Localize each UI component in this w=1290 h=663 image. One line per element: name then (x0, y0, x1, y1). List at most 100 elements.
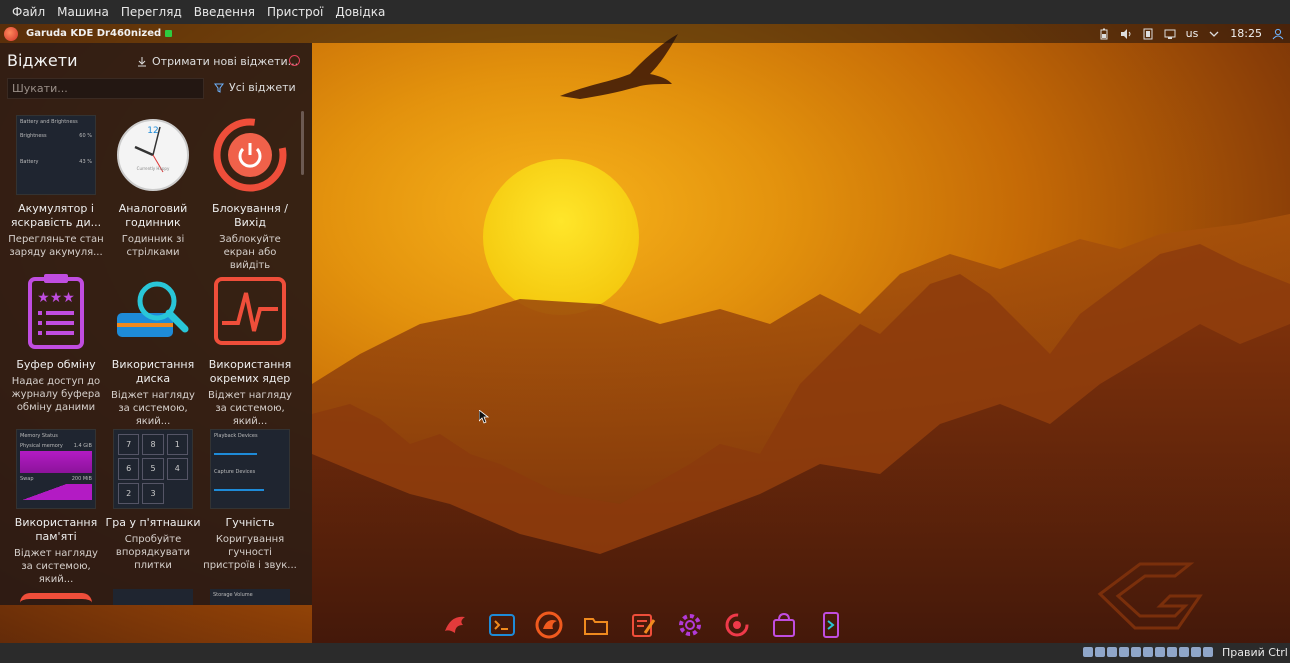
chevron-down-icon[interactable] (1208, 28, 1220, 40)
get-new-widgets-button[interactable]: Отримати нові віджети... (137, 55, 298, 68)
puzzle-tile: 4 (166, 458, 188, 480)
host-key-label: Правий Ctrl (1222, 646, 1288, 659)
fifteen-puzzle-thumbnail: 7 8 1 6 5 4 2 3 (113, 429, 193, 509)
shared-folder-status-icon[interactable] (1143, 647, 1153, 657)
menu-help[interactable]: Довідка (329, 5, 391, 19)
thumb-brightness-val: 60 % (79, 133, 92, 139)
widget-card-memory[interactable]: Memory Status Physical memory 1.4 GiB Swa… (8, 429, 104, 586)
thumb-battery: Battery (20, 159, 39, 165)
svg-text:★★★: ★★★ (37, 290, 75, 306)
thumb-capture: Capture Devices (214, 469, 256, 475)
software-store-icon[interactable] (769, 610, 799, 640)
widget-card-lock-logout[interactable]: Блокування / Вихід Заблокуйте екран або … (202, 115, 298, 272)
cpu-status-icon[interactable] (1179, 647, 1189, 657)
volume-icon[interactable] (1120, 28, 1132, 40)
puzzle-tile: 3 (142, 482, 164, 504)
widgets-panel: Віджети Отримати нові віджети... Усі від… (0, 43, 312, 605)
widget-desc: Віджет нагляду за системою, який... (208, 390, 292, 427)
clipboard-tray-icon[interactable] (1142, 28, 1154, 40)
widget-desc: Віджет нагляду за системою, який... (111, 390, 195, 427)
filter-label: Усі віджети (229, 81, 296, 94)
widget-desc: Заблокуйте екран або вийдіть (219, 234, 281, 271)
active-window-title[interactable]: Garuda KDE Dr460nized (26, 28, 161, 39)
browser-icon[interactable] (534, 610, 564, 640)
network-status-icon[interactable] (1119, 647, 1129, 657)
network-icon[interactable] (1164, 28, 1176, 40)
get-new-widgets-label: Отримати нові віджети... (152, 55, 299, 68)
mouse-cursor (479, 410, 489, 424)
thumb-battery-val: 43 % (79, 159, 92, 165)
puzzle-tile: 7 (118, 434, 140, 456)
mouse-integration-icon[interactable] (1191, 647, 1201, 657)
keyboard-capture-icon[interactable] (1203, 647, 1213, 657)
battery-brightness-thumbnail: Battery and Brightness Brightness 60 % Ba… (16, 115, 96, 195)
phone-connect-icon[interactable] (816, 610, 846, 640)
widget-card-cpu-cores[interactable]: Використання окремих ядер Віджет нагляду… (202, 271, 298, 428)
recording-status-icon[interactable] (1167, 647, 1177, 657)
widget-name: Використання пам'яті (14, 516, 98, 543)
widget-search-input[interactable] (7, 78, 204, 99)
svg-text:12: 12 (147, 126, 158, 136)
dock (440, 610, 846, 640)
scrollbar[interactable] (301, 111, 304, 175)
memory-status-thumbnail: Memory Status Physical memory 1.4 GiB Swa… (16, 429, 96, 509)
thumb-physical-val: 1.4 GiB (73, 443, 92, 449)
widget-filter-button[interactable]: Усі віджети (214, 81, 296, 94)
garuda-icon[interactable] (440, 610, 470, 640)
menu-devices[interactable]: Пристрої (261, 5, 329, 19)
widget-name: Використання диска (111, 358, 195, 385)
app-launcher-icon[interactable] (4, 26, 18, 41)
widget-card-volume[interactable]: Playback Devices Capture Devices Гучніст… (202, 429, 298, 572)
puzzle-tile: 2 (118, 482, 140, 504)
thumb-brightness: Brightness (20, 133, 47, 139)
terminal-icon[interactable] (487, 610, 517, 640)
guest-desktop: Garuda KDE Dr460nized us 18:25 Віджети О… (0, 24, 1290, 643)
folder-icon[interactable] (581, 610, 611, 640)
text-editor-icon[interactable] (628, 610, 658, 640)
analog-clock-icon: 12 Currently Happy (113, 115, 193, 195)
widget-card-disk-usage[interactable]: Використання диска Віджет нагляду за сис… (105, 271, 201, 428)
widget-card-partial[interactable]: Storage Volume (210, 589, 290, 605)
menu-input[interactable]: Введення (188, 5, 261, 19)
puzzle-tile: 1 (166, 434, 188, 456)
widget-card-analog-clock[interactable]: 12 Currently Happy Аналоговий годинник Г… (105, 115, 201, 259)
clock[interactable]: 18:25 (1230, 27, 1262, 40)
power-icon (210, 115, 290, 195)
volume-thumbnail: Playback Devices Capture Devices (210, 429, 290, 509)
user-icon[interactable] (1272, 28, 1284, 40)
menu-view[interactable]: Перегляд (115, 5, 188, 19)
garuda-gamer-icon[interactable] (722, 610, 752, 640)
filter-icon (214, 83, 224, 93)
widget-name: Акумулятор і яскравість ди... (10, 202, 102, 229)
widget-card-battery[interactable]: Battery and Brightness Brightness 60 % Ba… (8, 115, 104, 259)
puzzle-tile: 6 (118, 458, 140, 480)
widget-desc: Надає доступ до журналу буфера обміну да… (11, 376, 101, 413)
widget-card-partial[interactable] (20, 593, 92, 605)
widget-name: Використання окремих ядер (208, 358, 292, 385)
clock-face-label: Currently Happy (137, 166, 170, 171)
keyboard-layout[interactable]: us (1186, 27, 1199, 40)
close-panel-icon[interactable] (289, 55, 300, 66)
top-panel: Garuda KDE Dr460nized us 18:25 (0, 24, 1290, 43)
thumb-title: Battery and Brightness (20, 119, 78, 125)
widget-desc: Спробуйте впорядкувати плитки (115, 534, 191, 571)
menu-file[interactable]: Файл (6, 5, 51, 19)
widget-name: Буфер обміну (16, 358, 96, 371)
widget-card-clipboard[interactable]: ★★★ Буфер обміну Надає доступ до журналу… (8, 271, 104, 414)
audio-status-icon[interactable] (1107, 647, 1117, 657)
battery-icon[interactable] (1098, 28, 1110, 40)
hdd-status-icon[interactable] (1083, 647, 1093, 657)
widget-desc: Перегляньте стан заряду акумуля... (8, 234, 104, 258)
optical-status-icon[interactable] (1095, 647, 1105, 657)
widget-card-partial[interactable] (113, 589, 193, 605)
menu-machine[interactable]: Машина (51, 5, 115, 19)
usb-status-icon[interactable] (1131, 647, 1141, 657)
thumb-swap: Swap (20, 476, 34, 482)
vbox-menubar: Файл Машина Перегляд Введення Пристрої Д… (0, 0, 1290, 24)
disk-usage-icon (113, 271, 193, 351)
panel-title: Віджети (7, 51, 78, 70)
widget-card-fifteen-puzzle[interactable]: 7 8 1 6 5 4 2 3 Гра у п'ятнашки Спробуйт… (105, 429, 201, 572)
display-status-icon[interactable] (1155, 647, 1165, 657)
settings-icon[interactable] (675, 610, 705, 640)
puzzle-tile: 8 (142, 434, 164, 456)
